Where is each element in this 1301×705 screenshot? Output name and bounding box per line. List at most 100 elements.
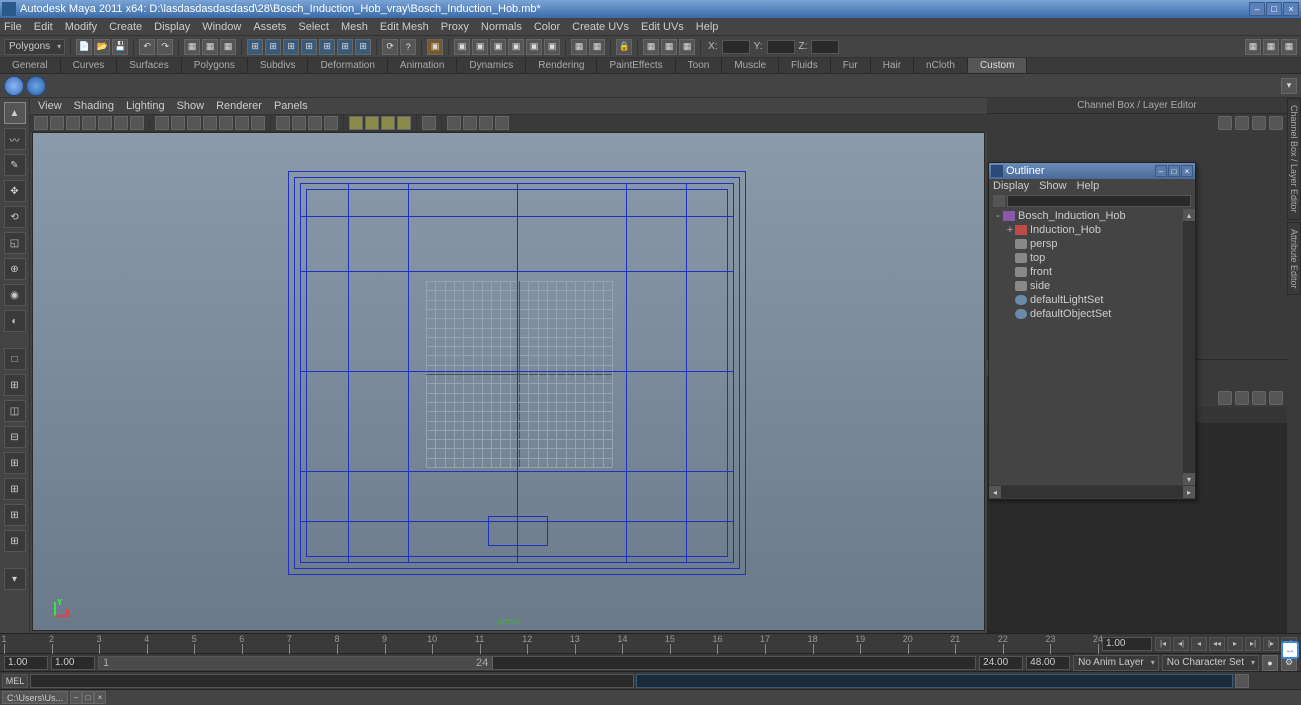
construction-history-icon[interactable]: ▦	[571, 39, 587, 55]
input-mode-icon[interactable]: ▦	[643, 39, 659, 55]
z-input[interactable]	[811, 40, 839, 54]
help-icon[interactable]: ?	[400, 39, 416, 55]
layer-icon[interactable]	[1218, 391, 1232, 405]
snap-plane-icon[interactable]: ⊞	[301, 39, 317, 55]
teamviewer-icon[interactable]: ↔	[1281, 641, 1299, 659]
step-back-key-button[interactable]: ◂|	[1173, 637, 1189, 651]
outliner-item[interactable]: +Induction_Hob	[989, 223, 1195, 237]
playback-start-field[interactable]	[51, 656, 95, 670]
outliner-item[interactable]: defaultLightSet	[989, 293, 1195, 307]
playback-end-field[interactable]	[979, 656, 1023, 670]
input-rel-icon[interactable]: ▦	[679, 39, 695, 55]
character-set-dropdown[interactable]: No Character Set	[1162, 655, 1259, 671]
shelf-tab-curves[interactable]: Curves	[61, 58, 118, 73]
play-forward-button[interactable]: ▸	[1227, 637, 1243, 651]
outliner-minimize[interactable]: –	[1155, 165, 1167, 177]
layout-icon-1[interactable]: ▦	[1245, 39, 1261, 55]
anim-layer-dropdown[interactable]: No Anim Layer	[1073, 655, 1159, 671]
timeline-current-field[interactable]	[1102, 637, 1152, 651]
hypershade-icon[interactable]: ▣	[526, 39, 542, 55]
taskbar-min[interactable]: –	[70, 691, 82, 704]
taskbar-item[interactable]: C:\Users\Us...	[2, 691, 68, 704]
channelbox-icon[interactable]	[1235, 116, 1249, 130]
snap-live-icon[interactable]: ⊞	[319, 39, 335, 55]
shelf-tab-deformation[interactable]: Deformation	[308, 58, 387, 73]
outliner-search-input[interactable]	[1007, 195, 1191, 207]
snap-grid-icon[interactable]: ⊞	[247, 39, 263, 55]
channelbox-icon[interactable]	[1218, 116, 1232, 130]
scroll-up-icon[interactable]: ▴	[1183, 209, 1195, 221]
vp-icon[interactable]	[98, 116, 112, 130]
outliner-title-bar[interactable]: Outliner – □ ×	[989, 163, 1195, 179]
vp-icon[interactable]	[276, 116, 290, 130]
vp-icon[interactable]	[447, 116, 461, 130]
layout-icon-2[interactable]: ▦	[1263, 39, 1279, 55]
ipr-icon[interactable]: ▣	[454, 39, 470, 55]
step-back-button[interactable]: ◂	[1191, 637, 1207, 651]
paint-select-tool[interactable]: ✎	[4, 154, 26, 176]
layout-persp-outliner[interactable]: ⊞	[4, 478, 26, 500]
menu-file[interactable]: File	[4, 21, 22, 33]
select-component-icon[interactable]: ▦	[220, 39, 236, 55]
menu-help[interactable]: Help	[696, 21, 719, 33]
outliner-close[interactable]: ×	[1181, 165, 1193, 177]
shelf-tab-hair[interactable]: Hair	[871, 58, 914, 73]
select-hierarchy-icon[interactable]: ▦	[184, 39, 200, 55]
save-scene-icon[interactable]: 💾	[112, 39, 128, 55]
vp-menu-shading[interactable]: Shading	[74, 100, 114, 112]
shelf-tab-toon[interactable]: Toon	[676, 58, 723, 73]
vp-icon[interactable]	[155, 116, 169, 130]
step-forward-key-button[interactable]: |▸	[1263, 637, 1279, 651]
menu-window[interactable]: Window	[202, 21, 241, 33]
lock-icon[interactable]: 🔒	[616, 39, 632, 55]
range-handle[interactable]: 1 24	[99, 657, 493, 669]
outliner-menu-show[interactable]: Show	[1039, 180, 1067, 192]
script-editor-icon[interactable]	[1235, 674, 1249, 688]
select-tool[interactable]: ▲	[4, 102, 26, 124]
y-input[interactable]	[767, 40, 795, 54]
anim-start-field[interactable]	[4, 656, 48, 670]
layer-icon[interactable]	[1235, 391, 1249, 405]
toolbox-bottom[interactable]: ▾	[4, 568, 26, 590]
vp-light-icon[interactable]	[381, 116, 395, 130]
step-forward-button[interactable]: ▸|	[1245, 637, 1261, 651]
vp-icon[interactable]	[308, 116, 322, 130]
side-tab-channelbox[interactable]: Channel Box / Layer Editor	[1287, 98, 1301, 220]
outliner-item[interactable]: -Bosch_Induction_Hob	[989, 209, 1195, 223]
vp-icon[interactable]	[422, 116, 436, 130]
vp-icon[interactable]	[50, 116, 64, 130]
outliner-tree[interactable]: -Bosch_Induction_Hob+Induction_Hobperspt…	[989, 209, 1195, 485]
shelf-tab-general[interactable]: General	[0, 58, 61, 73]
snap-toggle-icon[interactable]: ⊞	[337, 39, 353, 55]
vp-icon[interactable]	[130, 116, 144, 130]
search-icon[interactable]	[993, 195, 1005, 207]
menu-select[interactable]: Select	[298, 21, 329, 33]
cmd-language-label[interactable]: MEL	[2, 674, 28, 688]
move-tool[interactable]: ✥	[4, 180, 26, 202]
open-scene-icon[interactable]: 📂	[94, 39, 110, 55]
shelf-tab-fluids[interactable]: Fluids	[779, 58, 831, 73]
expand-icon[interactable]: +	[1005, 224, 1015, 236]
vp-icon[interactable]	[292, 116, 306, 130]
scroll-down-icon[interactable]: ▾	[1183, 473, 1195, 485]
shelf-options-icon[interactable]: ▾	[1281, 78, 1297, 94]
vp-icon[interactable]	[187, 116, 201, 130]
shelf-tab-custom[interactable]: Custom	[968, 58, 1027, 73]
menu-modify[interactable]: Modify	[65, 21, 97, 33]
vp-icon[interactable]	[171, 116, 185, 130]
go-to-start-button[interactable]: |◂	[1155, 637, 1171, 651]
outliner-maximize[interactable]: □	[1168, 165, 1180, 177]
undo-icon[interactable]: ↶	[139, 39, 155, 55]
new-scene-icon[interactable]: 📄	[76, 39, 92, 55]
redo-icon[interactable]: ↷	[157, 39, 173, 55]
vp-menu-renderer[interactable]: Renderer	[216, 100, 262, 112]
vp-menu-show[interactable]: Show	[177, 100, 205, 112]
scroll-left-icon[interactable]: ◂	[989, 486, 1001, 498]
time-slider[interactable]: 123456789101112131415161718192021222324 …	[0, 633, 1301, 653]
snap-view-icon[interactable]: ⊞	[355, 39, 371, 55]
vp-icon[interactable]	[495, 116, 509, 130]
quick-select-icon[interactable]: ▦	[589, 39, 605, 55]
layout-hypershade[interactable]: ⊞	[4, 504, 26, 526]
side-tab-attribute-editor[interactable]: Attribute Editor	[1287, 222, 1301, 296]
play-back-button[interactable]: ◂◂	[1209, 637, 1225, 651]
